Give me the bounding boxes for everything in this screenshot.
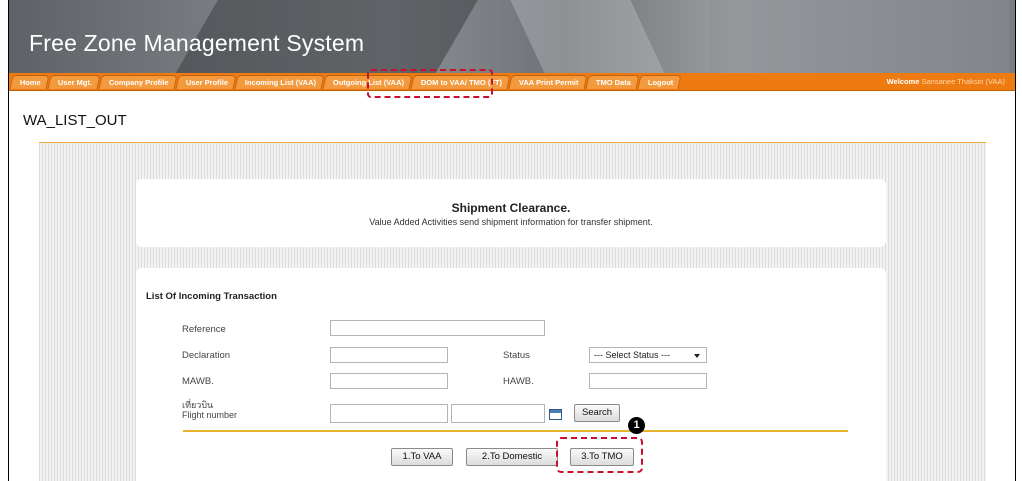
- reference-label: Reference: [182, 324, 226, 335]
- search-panel: List Of Incoming Transaction Reference D…: [136, 268, 886, 481]
- search-button[interactable]: Search: [574, 404, 620, 422]
- chevron-down-icon: [694, 354, 700, 358]
- nav-item-home[interactable]: Home: [9, 75, 50, 89]
- app-title: Free Zone Management System: [29, 30, 365, 56]
- nav-item-logout[interactable]: Logout: [637, 75, 682, 89]
- flight-label: Flight number: [182, 410, 238, 420]
- panel-title: Shipment Clearance.: [451, 201, 571, 215]
- app-window: Free Zone Management System Home User Mg…: [8, 0, 1016, 481]
- page-title: WA_LIST_OUT: [23, 112, 127, 129]
- status-select[interactable]: --- Select Status ---: [589, 347, 707, 363]
- highlight-to-tmo: [556, 437, 643, 473]
- form-divider: [183, 430, 848, 432]
- nav-item-tmo-data[interactable]: TMO Data: [585, 75, 640, 89]
- nav-item-user-profile[interactable]: User Profile: [175, 75, 237, 89]
- nav-item-incoming-list[interactable]: Incoming List (VAA): [234, 75, 325, 89]
- flight-number-input[interactable]: [330, 404, 448, 423]
- mawb-input[interactable]: [330, 373, 448, 389]
- shipment-clearance-panel: Shipment Clearance. Value Added Activiti…: [136, 179, 886, 247]
- hawb-label: HAWB.: [503, 376, 534, 387]
- flight-date-input[interactable]: [451, 404, 545, 423]
- to-vaa-button[interactable]: 1.To VAA: [391, 448, 453, 466]
- hawb-input[interactable]: [589, 373, 707, 389]
- nav-item-vaa-print-permit[interactable]: VAA Print Permit: [508, 75, 588, 89]
- mawb-label: MAWB.: [182, 376, 214, 387]
- content-area: Shipment Clearance. Value Added Activiti…: [39, 143, 986, 481]
- welcome-message: Welcome Sansanee Thaksin (VAA): [886, 77, 1005, 86]
- status-label: Status: [503, 350, 530, 361]
- declaration-label: Declaration: [182, 350, 231, 361]
- main-nav: Home User Mgt. Company Profile User Prof…: [9, 73, 1015, 91]
- section-title: List Of Incoming Transaction: [146, 291, 277, 302]
- nav-item-user-mgt[interactable]: User Mgt.: [47, 75, 101, 89]
- step-badge: 1: [628, 417, 645, 434]
- to-domestic-button[interactable]: 2.To Domestic: [466, 448, 558, 466]
- declaration-input[interactable]: [330, 347, 448, 363]
- highlight-outgoing-list: [367, 69, 493, 98]
- welcome-user: Sansanee Thaksin (VAA): [921, 77, 1005, 86]
- calendar-icon[interactable]: [549, 409, 562, 420]
- reference-input[interactable]: [330, 320, 545, 336]
- panel-subtitle: Value Added Activities send shipment inf…: [369, 217, 653, 227]
- header-banner: Free Zone Management System: [9, 0, 1015, 73]
- nav-item-company-profile[interactable]: Company Profile: [98, 75, 178, 89]
